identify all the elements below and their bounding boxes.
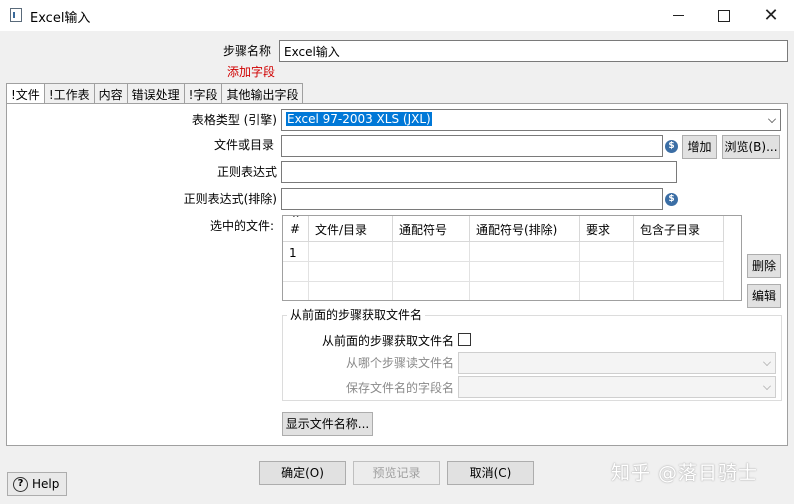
- add-field-link[interactable]: 添加字段: [180, 63, 275, 80]
- variable-diamond-icon[interactable]: $: [665, 140, 678, 153]
- from-previous-checkbox-label: 从前面的步骤获取文件名: [321, 334, 454, 348]
- question-circle-icon: ?: [13, 476, 28, 492]
- chevron-down-icon: [763, 358, 771, 366]
- group-title: 从前面的步骤获取文件名: [287, 306, 426, 323]
- file-or-dir-input[interactable]: [281, 135, 663, 157]
- step-name-input[interactable]: Excel输入: [279, 40, 788, 62]
- table-empty-cell: [309, 282, 393, 300]
- help-label: Help: [32, 477, 60, 491]
- table-empty-cell: [309, 262, 393, 282]
- add-button[interactable]: 增加: [682, 135, 717, 159]
- spreadsheet-type-label: 表格类型 (引擎): [191, 113, 277, 127]
- minimize-button[interactable]: [655, 0, 701, 31]
- selected-files-table[interactable]: ^ # 文件/目录 通配符号 通配符号(排除) 要求 包含子目录 1: [282, 215, 742, 301]
- table-empty-cell: [634, 282, 724, 300]
- regex-exclude-label: 正则表达式(排除): [183, 192, 277, 206]
- table-empty-cell: [580, 282, 634, 300]
- cancel-button[interactable]: 取消(C): [447, 461, 534, 485]
- chevron-down-icon: [768, 115, 776, 123]
- variable-diamond-icon[interactable]: $: [665, 193, 678, 206]
- table-row-index[interactable]: 1: [283, 242, 309, 262]
- table-cell[interactable]: [580, 242, 634, 262]
- read-step-select[interactable]: [458, 352, 776, 374]
- regex-label: 正则表达式: [216, 165, 277, 179]
- watermark-text: 知乎 @落日骑士: [611, 462, 759, 484]
- maximize-button[interactable]: [701, 0, 747, 31]
- spreadsheet-type-select[interactable]: Excel 97-2003 XLS (JXL): [281, 109, 781, 131]
- tab-fields[interactable]: !字段: [183, 83, 223, 103]
- spreadsheet-type-value: Excel 97-2003 XLS (JXL): [286, 112, 432, 126]
- browse-button[interactable]: 浏览(B)...: [722, 135, 780, 159]
- table-cell[interactable]: [470, 242, 580, 262]
- table-header-wildcard[interactable]: 通配符号: [393, 216, 470, 242]
- tab-additional-output-fields[interactable]: 其他输出字段: [221, 83, 304, 103]
- tab-sheets[interactable]: !工作表: [43, 83, 95, 103]
- table-cell[interactable]: [309, 242, 393, 262]
- filename-field-select[interactable]: [458, 376, 776, 398]
- table-empty-cell: [580, 262, 634, 282]
- selected-files-label: 选中的文件:: [209, 219, 274, 233]
- table-empty-cell: [283, 282, 309, 300]
- preview-button[interactable]: 预览记录: [353, 461, 440, 485]
- table-header-include-subfolders[interactable]: 包含子目录: [634, 216, 724, 242]
- tab-error-handling[interactable]: 错误处理: [126, 83, 185, 103]
- tab-file[interactable]: !文件: [6, 83, 45, 104]
- chevron-down-icon: [763, 382, 771, 390]
- from-previous-checkbox[interactable]: [458, 333, 471, 346]
- delete-button[interactable]: 删除: [747, 254, 781, 278]
- step-name-label: 步骤名称: [222, 44, 271, 58]
- filename-field-label: 保存文件名的字段名: [345, 381, 454, 395]
- table-empty-cell: [634, 262, 724, 282]
- table-header-index[interactable]: ^ #: [283, 216, 309, 242]
- edit-button[interactable]: 编辑: [747, 284, 781, 308]
- file-or-dir-label: 文件或目录: [213, 138, 274, 152]
- table-empty-cell: [283, 262, 309, 282]
- tab-content[interactable]: 内容: [93, 83, 128, 103]
- window-title: Excel输入: [30, 11, 91, 26]
- table-header-required[interactable]: 要求: [580, 216, 634, 242]
- show-filenames-button[interactable]: 显示文件名称...: [282, 412, 373, 436]
- table-empty-cell: [470, 262, 580, 282]
- close-button[interactable]: ✕: [748, 0, 794, 31]
- table-cell[interactable]: [634, 242, 724, 262]
- read-step-label: 从哪个步骤读文件名: [345, 356, 454, 370]
- table-header-file[interactable]: 文件/目录: [309, 216, 393, 242]
- table-cell[interactable]: [393, 242, 470, 262]
- tab-strip: !文件 !工作表 内容 错误处理 !字段 其他输出字段: [6, 83, 304, 104]
- table-empty-cell: [470, 282, 580, 300]
- help-button[interactable]: ? Help: [7, 472, 67, 496]
- regex-input[interactable]: [281, 161, 677, 183]
- ok-button[interactable]: 确定(O): [259, 461, 346, 485]
- regex-exclude-input[interactable]: [281, 188, 663, 210]
- table-empty-cell: [393, 282, 470, 300]
- table-empty-cell: [393, 262, 470, 282]
- app-document-icon: [10, 8, 22, 22]
- table-header-wildcard-exclude[interactable]: 通配符号(排除): [470, 216, 580, 242]
